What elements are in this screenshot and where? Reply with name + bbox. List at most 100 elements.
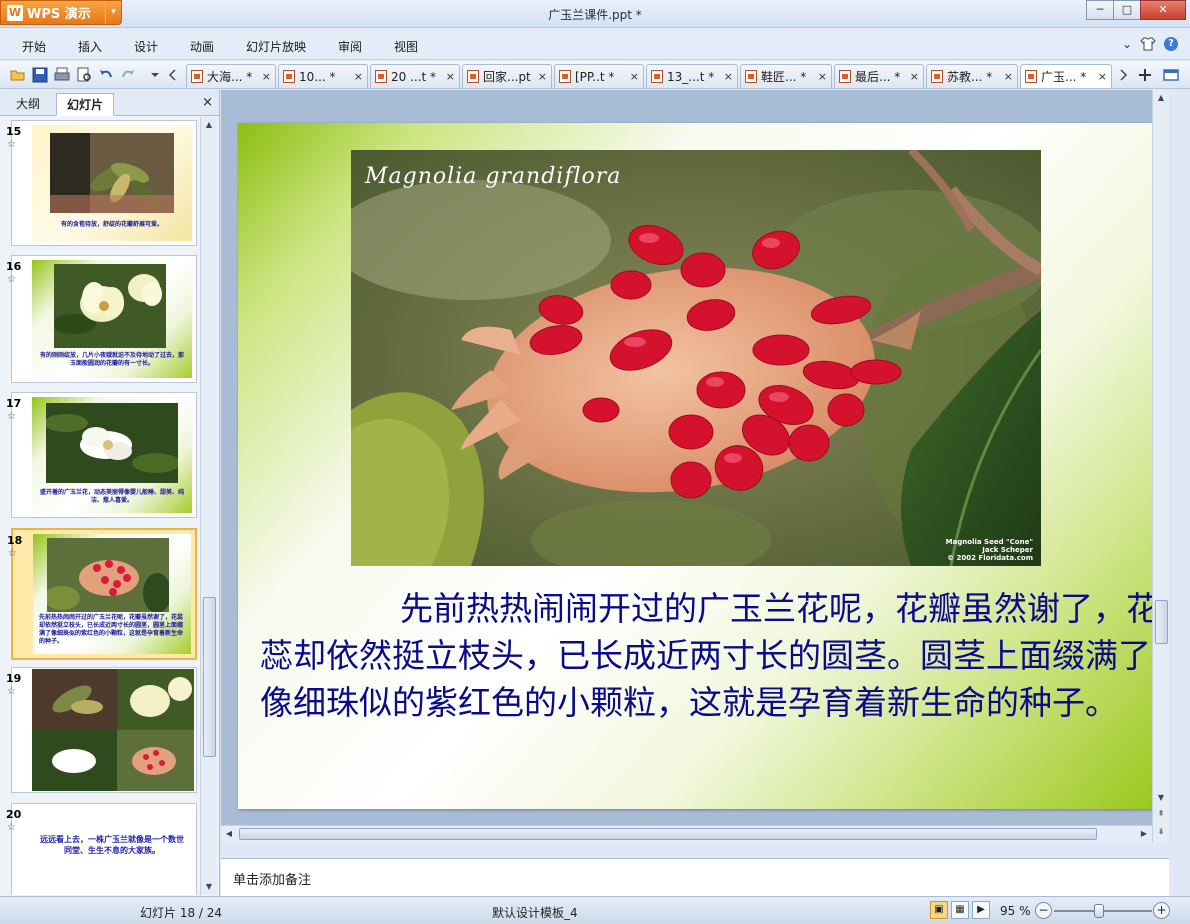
menu-view[interactable]: 视图 — [394, 38, 418, 55]
menu-slideshow[interactable]: 幻灯片放映 — [246, 38, 306, 55]
doc-tab-1[interactable]: 大海... * × — [186, 64, 276, 88]
scroll-left-icon[interactable]: ◀ — [221, 826, 237, 842]
close-tab-icon[interactable]: × — [258, 70, 271, 83]
print-preview-icon[interactable] — [75, 66, 93, 84]
close-tab-icon[interactable]: × — [906, 70, 919, 83]
slide-thumbnail-20[interactable]: 20 ☆ 远远看上去，一株广玉兰就像是一个数世同堂、生生不息的大家族。 — [6, 803, 197, 895]
previous-slide-icon[interactable]: ⇞ — [1153, 806, 1169, 822]
doc-tab-2[interactable]: 10... * × — [278, 64, 368, 88]
slide-thumbnail-18-selected[interactable]: 18 ☆ 先前热热闹闹开过的广玉兰花呢，花瓣虽然谢了，花蕊却依然挺立枝头，已长成… — [7, 528, 197, 660]
editor-horizontal-scrollbar[interactable]: ◀ ▶ — [221, 825, 1152, 842]
slideshow-view-icon[interactable]: ▶ — [972, 901, 990, 919]
thumbnail-caption: 有的含苞待放，舒绽的花瓣舒展可爱。 — [60, 221, 163, 228]
notes-pane[interactable]: 单击添加备注 — [221, 858, 1169, 896]
doc-tab-5[interactable]: [PP..t * × — [554, 64, 644, 88]
close-tab-icon[interactable]: × — [534, 70, 547, 83]
collapse-ribbon-icon[interactable]: ⌄ — [1122, 37, 1132, 51]
editor-vertical-scrollbar[interactable]: ▲ ▼ ⇞ ⇟ — [1152, 90, 1169, 842]
close-tab-icon[interactable]: × — [1094, 70, 1107, 83]
doc-tab-label: 13_...t * — [667, 69, 715, 84]
slide-number: 18 — [7, 534, 23, 547]
slide-thumbnail-17[interactable]: 17 ☆ 盛开着的广玉兰花，动态美丽得像婴儿般睡、甜美、纯洁、惹人喜爱。 — [6, 392, 197, 518]
close-panel-icon[interactable]: × — [202, 95, 213, 110]
save-icon[interactable] — [31, 66, 49, 84]
doc-tab-7[interactable]: 鞋匠... * × — [740, 64, 832, 88]
editor-scroll-thumb[interactable] — [1155, 600, 1168, 644]
print-icon[interactable] — [53, 66, 71, 84]
undo-icon[interactable] — [97, 66, 115, 84]
animation-star-icon: ☆ — [7, 411, 16, 422]
doc-tab-active[interactable]: 广玉... * × — [1020, 64, 1112, 88]
zoom-slider-handle[interactable] — [1094, 904, 1104, 918]
skin-shirt-icon[interactable] — [1140, 37, 1156, 51]
new-tab-plus-icon[interactable] — [1136, 66, 1154, 84]
magnolia-bud-photo — [50, 133, 174, 213]
minimize-button[interactable]: ─ — [1086, 0, 1114, 20]
doc-tab-label: 回家...pt — [483, 70, 531, 84]
slide-thumbnail-15[interactable]: 15 ☆ 有的含苞待放，舒绽的花瓣舒展可爱。 — [6, 120, 197, 246]
doc-tab-8[interactable]: 最后... * × — [834, 64, 924, 88]
close-tab-icon[interactable]: × — [814, 70, 827, 83]
scroll-up-icon[interactable]: ▲ — [201, 117, 217, 133]
thumbnail-scrollbar[interactable]: ▲ ▼ — [200, 117, 217, 895]
close-tab-icon[interactable]: × — [626, 70, 639, 83]
thumbnail-slide: 有的含苞待放，舒绽的花瓣舒展可爱。 — [32, 125, 192, 241]
doc-tab-4[interactable]: 回家...pt × — [462, 64, 552, 88]
slide-body-text[interactable]: 先前热热闹闹开过的广玉兰花呢，花瓣虽然谢了，花蕊却依然挺立枝头，已长成近两寸长的… — [260, 585, 1160, 726]
notes-placeholder: 单击添加备注 — [233, 873, 312, 888]
menu-review[interactable]: 审阅 — [338, 38, 362, 55]
slide-thumbnail-19[interactable]: 19 ☆ — [6, 667, 197, 793]
tab-outline[interactable]: 大纲 — [6, 93, 50, 116]
thumbnail-list: 15 ☆ 有的含苞待放，舒绽的花瓣舒展可爱。 16 ☆ 有的刚刚绽放，几片小夜娥… — [0, 117, 200, 895]
menu-insert[interactable]: 插入 — [78, 38, 102, 55]
horizontal-scroll-thumb[interactable] — [239, 828, 1097, 840]
title-bar: W WPS 演示 ▾ 广玉兰课件.ppt * ─ □ ✕ — [0, 0, 1190, 28]
zoom-level[interactable]: 95 % — [1000, 904, 1031, 918]
doc-tab-9[interactable]: 苏教... * × — [926, 64, 1018, 88]
open-folder-icon[interactable] — [9, 66, 27, 84]
photo-collage — [32, 669, 194, 791]
panel-tabs: 大纲 幻灯片 × — [0, 90, 219, 116]
tab-list-icon[interactable] — [1162, 66, 1180, 84]
doc-tab-3[interactable]: 20 ...t * × — [370, 64, 460, 88]
current-slide[interactable]: Magnolia grandiflora Magnolia Seed "Cone… — [238, 123, 1159, 809]
close-tab-icon[interactable]: × — [720, 70, 733, 83]
scrollbar-thumb[interactable] — [203, 597, 216, 757]
normal-view-icon[interactable]: ▣ — [930, 901, 948, 919]
tab-slides[interactable]: 幻灯片 — [56, 93, 115, 116]
notes-splitter[interactable] — [221, 842, 1169, 858]
help-icon[interactable]: ? — [1164, 37, 1178, 51]
next-slide-icon[interactable]: ⇟ — [1153, 824, 1169, 840]
tab-scroll-right-icon[interactable] — [1114, 66, 1132, 84]
slide-thumbnail-16[interactable]: 16 ☆ 有的刚刚绽放，几片小夜娥就迫不及待地动了过去，那玉面般圆润的花瓣的有一… — [6, 255, 197, 383]
scroll-right-icon[interactable]: ▶ — [1136, 826, 1152, 842]
close-tab-icon[interactable]: × — [1000, 70, 1013, 83]
ppt-file-icon — [283, 70, 295, 83]
scroll-down-icon[interactable]: ▼ — [1153, 790, 1169, 806]
zoom-in-icon[interactable]: + — [1153, 902, 1170, 919]
magnolia-bloom-photo — [54, 264, 166, 348]
thumbnail-caption: 远远看上去，一株广玉兰就像是一个数世同堂、生生不息的大家族。 — [40, 835, 184, 855]
close-tab-icon[interactable]: × — [350, 70, 363, 83]
doc-tab-6[interactable]: 13_...t * × — [646, 64, 738, 88]
tab-scroll-left-icon[interactable] — [164, 66, 182, 84]
doc-tab-label: 大海... * — [207, 70, 253, 84]
slide-counter: 幻灯片 18 / 24 — [140, 906, 223, 920]
menu-home[interactable]: 开始 — [22, 38, 46, 55]
quick-toolbar: 大海... * × 10... * × 20 ...t * × 回家...pt × [P… — [0, 61, 1190, 89]
menu-animation[interactable]: 动画 — [190, 38, 214, 55]
close-tab-icon[interactable]: × — [442, 70, 455, 83]
scroll-down-icon[interactable]: ▼ — [201, 879, 217, 895]
maximize-button[interactable]: □ — [1113, 0, 1141, 20]
doc-tab-label: 10... * — [299, 69, 336, 84]
scroll-up-icon[interactable]: ▲ — [1153, 90, 1169, 106]
menu-design[interactable]: 设计 — [134, 38, 158, 55]
slide-sorter-view-icon[interactable]: ▦ — [951, 901, 969, 919]
redo-icon[interactable] — [119, 66, 137, 84]
zoom-out-icon[interactable]: − — [1035, 902, 1052, 919]
close-window-button[interactable]: ✕ — [1140, 0, 1186, 20]
animation-star-icon: ☆ — [7, 686, 16, 697]
customize-toolbar-icon[interactable] — [146, 66, 164, 84]
thumbnail-slide: 先前热热闹闹开过的广玉兰花呢，花瓣虽然谢了，花蕊却依然挺立枝头，已长成近两寸长的… — [33, 534, 191, 654]
slide-photo[interactable]: Magnolia grandiflora Magnolia Seed "Cone… — [351, 150, 1041, 566]
